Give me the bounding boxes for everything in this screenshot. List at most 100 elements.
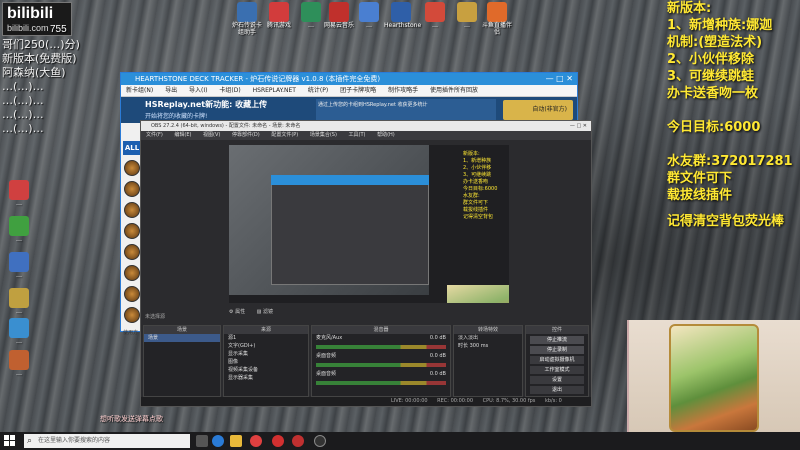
desktop-app-icon[interactable]: … — [2, 180, 36, 207]
desktop-app-icon[interactable]: … — [2, 288, 36, 315]
obs-icon[interactable] — [314, 435, 326, 447]
source-item[interactable]: 文字(GDI+) — [224, 342, 308, 350]
source-item[interactable]: 源1 — [224, 334, 308, 342]
overlay-line: 新版本(免费版) — [2, 52, 77, 65]
taskbar-search-input[interactable]: 在这里输入你要搜索的内容 — [24, 434, 190, 448]
app-icon[interactable] — [292, 435, 304, 447]
icon-label: … — [16, 272, 22, 279]
bitrate-status: kb/s: 0 — [544, 398, 562, 404]
source-toolbar: ⚙ 属性 ▨ 滤镜 — [229, 307, 509, 317]
menu-item[interactable]: HSREPLAY.NET — [253, 87, 296, 94]
desktop-app-icon[interactable]: … — [2, 216, 36, 243]
banner-button[interactable]: 自动(非官方) — [503, 100, 573, 120]
desktop-app-icon[interactable]: … — [352, 2, 386, 29]
netease-music-icon[interactable] — [250, 435, 262, 447]
icon-label: 腾讯游戏 — [266, 22, 291, 29]
desktop-app-icon[interactable]: … — [2, 318, 36, 345]
obs-titlebar[interactable]: OBS 27.2.4 (64-bit, windows) - 配置文件: 未命名… — [141, 121, 591, 131]
dock-header: 转场特效 — [454, 326, 522, 334]
windows-start-icon[interactable] — [4, 435, 16, 447]
overlay-line: 2、小伙伴移除 — [667, 52, 755, 67]
menu-item[interactable]: 导出 — [165, 87, 177, 94]
desktop-app-icon[interactable]: 网易云音乐 — [322, 2, 356, 29]
menu-item[interactable]: 团子卡牌攻略 — [340, 87, 376, 94]
desktop-app-icon[interactable]: Hearthstone — [384, 2, 421, 29]
app-icon[interactable] — [272, 435, 284, 447]
menu-item[interactable]: 帮助(H) — [377, 132, 395, 138]
webcam-overlay — [627, 320, 800, 432]
app-icon — [9, 288, 29, 308]
desktop-app-icon[interactable]: … — [418, 2, 452, 29]
overlay-line: 阿森纳(大鱼) — [2, 66, 66, 79]
desktop-app-icon[interactable]: … — [450, 2, 484, 29]
menu-item[interactable]: 使用插件所有回放 — [430, 87, 478, 94]
menu-item[interactable]: 场景集合(S) — [310, 132, 337, 138]
volume-meter[interactable] — [316, 363, 446, 367]
obs-statusbar: LIVE: 00:00:00 REC: 00:00:00 CPU: 8.7%, … — [141, 397, 591, 406]
overlay-line: 1、新增种族:娜迦 — [667, 18, 773, 33]
source-item[interactable]: 视频采集设备 — [224, 366, 308, 374]
stop-streaming-button[interactable]: 停止推流 — [530, 336, 584, 344]
menu-item[interactable]: 导入(I) — [189, 87, 207, 94]
overlay-line: …(…)… — [2, 108, 44, 121]
transition-select[interactable]: 淡入淡出 — [454, 334, 522, 342]
window-controls[interactable]: — □ ✕ — [570, 121, 587, 131]
deck-tracker-titlebar[interactable]: HEARTHSTONE DECK TRACKER - 炉石传说记牌器 v1.0.… — [121, 73, 577, 85]
icon-label: … — [464, 22, 470, 29]
class-icon[interactable] — [124, 160, 140, 176]
properties-button[interactable]: ⚙ 属性 — [229, 309, 245, 315]
source-item[interactable]: 显示器采集 — [224, 374, 308, 382]
overlay-line: …(…)… — [2, 80, 44, 93]
scenes-dock: 场景 场景 — [143, 325, 221, 397]
stop-recording-button[interactable]: 停止录制 — [530, 346, 584, 354]
menu-item[interactable]: 新卡组(N) — [126, 87, 153, 94]
filter-all-button[interactable]: ALL — [123, 141, 141, 155]
file-explorer-icon[interactable] — [230, 435, 242, 447]
class-icon[interactable] — [124, 244, 140, 260]
menu-item[interactable]: 制作攻略手 — [388, 87, 418, 94]
menu-item[interactable]: 工具(T) — [349, 132, 366, 138]
icon-label: 炉石传说卡组助手 — [231, 22, 262, 36]
menu-item[interactable]: 视图(V) — [203, 132, 220, 138]
source-item[interactable]: 图像 — [224, 358, 308, 366]
rec-status: REC: 00:00:00 — [437, 398, 474, 404]
desktop-app-icon[interactable]: 斗鱼直播伴侣 — [480, 2, 514, 36]
class-icon[interactable] — [124, 265, 140, 281]
class-icon[interactable] — [124, 286, 140, 302]
class-icon[interactable] — [124, 202, 140, 218]
class-icon[interactable] — [124, 223, 140, 239]
menu-item[interactable]: 停靠部件(D) — [232, 132, 260, 138]
class-icon[interactable] — [124, 181, 140, 197]
desktop-app-icon[interactable]: 炉石传说卡组助手 — [230, 2, 264, 36]
live-status: LIVE: 00:00:00 — [391, 398, 428, 404]
virtual-camera-button[interactable]: 启动虚拟摄像机 — [530, 356, 584, 364]
menu-item[interactable]: 统计(P) — [308, 87, 328, 94]
window-controls[interactable]: — □ ✕ — [546, 73, 573, 85]
taskbar: 在这里输入你要搜索的内容 — [0, 432, 800, 450]
edge-icon[interactable] — [212, 435, 224, 447]
class-icon[interactable] — [124, 307, 140, 323]
studio-mode-button[interactable]: 工作室模式 — [530, 366, 584, 374]
cpu-status: CPU: 8.7%, 30.00 fps — [482, 398, 536, 404]
menu-item[interactable]: 卡组(D) — [219, 87, 240, 94]
volume-meter[interactable] — [316, 345, 446, 349]
menu-item[interactable]: 文件(F) — [146, 132, 163, 138]
volume-meter[interactable] — [316, 381, 446, 385]
filters-button[interactable]: ▨ 滤镜 — [257, 309, 273, 315]
source-item[interactable]: 显示采集 — [224, 350, 308, 358]
desktop-app-icon[interactable]: … — [2, 350, 36, 377]
menu-item[interactable]: 编辑(E) — [174, 132, 191, 138]
scene-item[interactable]: 场景 — [144, 334, 220, 342]
mixer-channel-label: 桌面音频 0.0 dB — [316, 371, 446, 377]
overlay-goal: 今日目标:6000 — [667, 120, 761, 135]
desktop-app-icon[interactable]: 腾讯游戏 — [262, 2, 296, 29]
desktop-app-icon[interactable]: … — [2, 252, 36, 279]
menu-item[interactable]: 配置文件(P) — [271, 132, 298, 138]
task-view-icon[interactable] — [196, 435, 208, 447]
settings-button[interactable]: 设置 — [530, 376, 584, 384]
preview-line: 办卡送香吻 — [463, 179, 489, 185]
exit-button[interactable]: 退出 — [530, 386, 584, 394]
banner-subtitle: 开始将您的收藏的卡牌! — [145, 113, 208, 120]
obs-preview[interactable]: 新版本: 1、新增种族 2、小伙伴移 3、可继续跳 办卡送香吻 今日目标:600… — [229, 145, 509, 303]
obs-window[interactable]: OBS 27.2.4 (64-bit, windows) - 配置文件: 未命名… — [140, 120, 592, 407]
